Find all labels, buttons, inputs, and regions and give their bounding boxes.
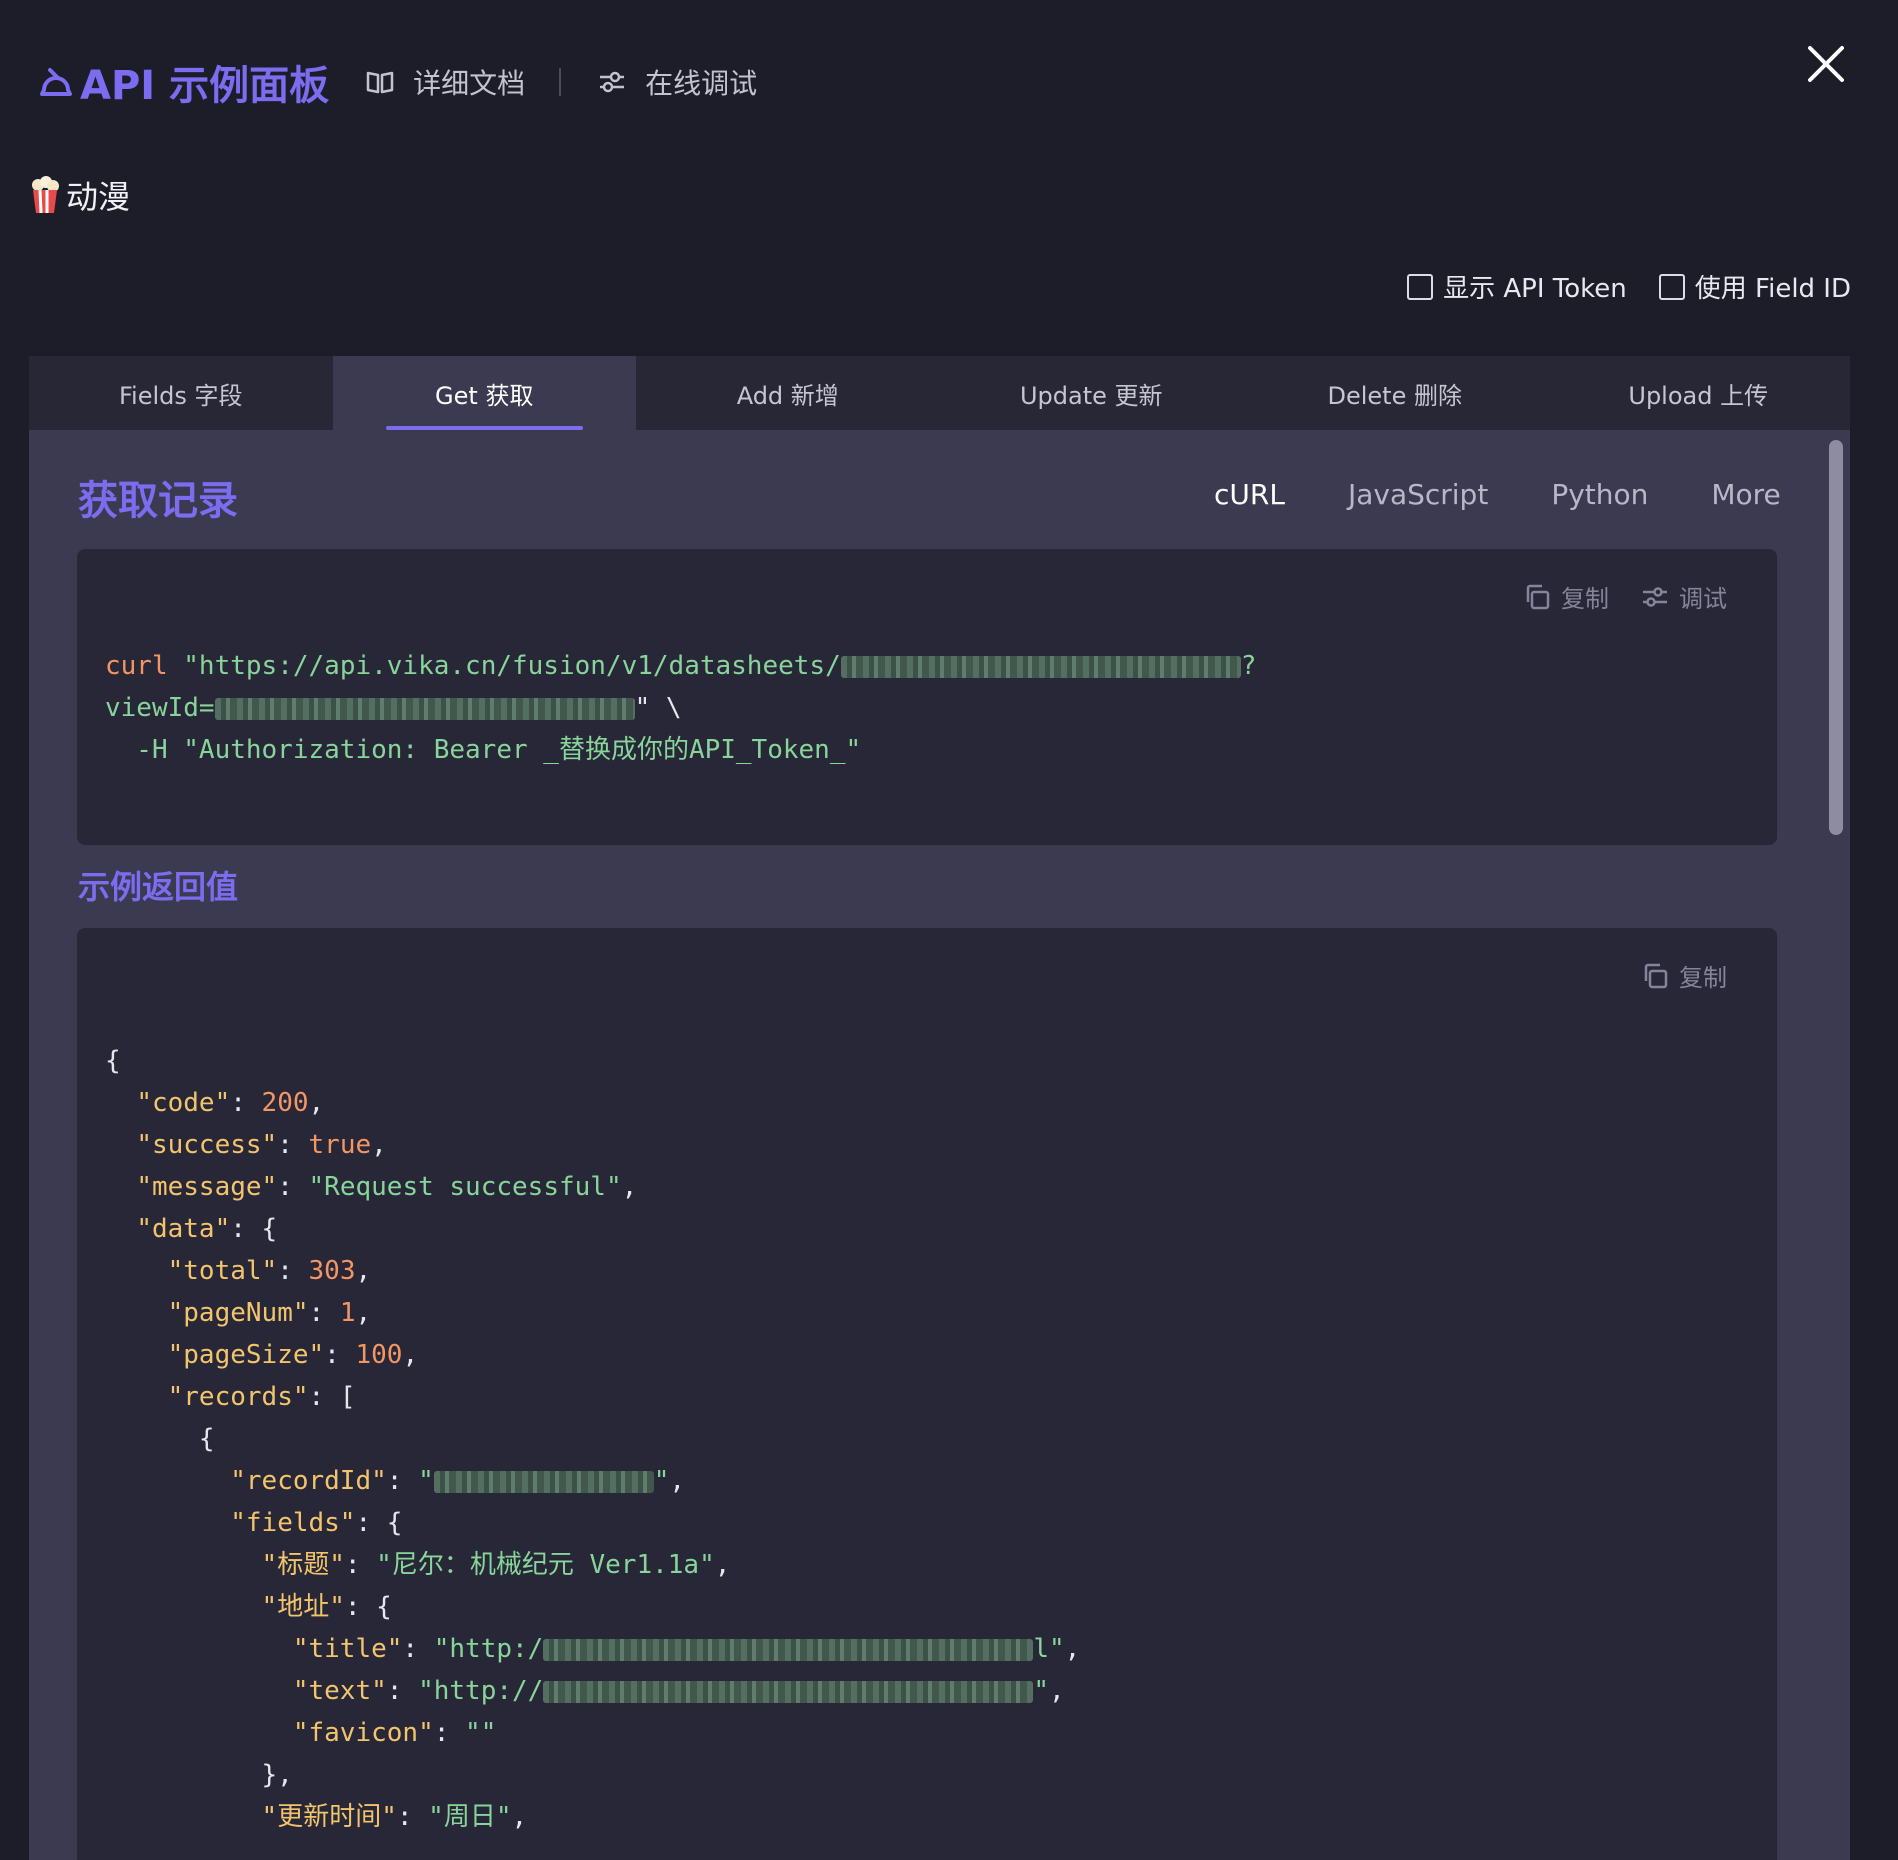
- show-api-token-checkbox[interactable]: [1407, 273, 1434, 300]
- show-api-token-label: 显示 API Token: [1443, 274, 1627, 304]
- code-token: "https://api.vika.cn/fusion/v1/datasheet…: [183, 651, 841, 681]
- page-num-value: 1: [339, 1298, 356, 1328]
- code-token: "": [465, 1718, 497, 1748]
- panel-heading: 获取记录: [78, 478, 238, 524]
- debug-request-button[interactable]: 调试: [1641, 579, 1727, 614]
- online-debug-link[interactable]: 在线调试: [597, 62, 757, 102]
- lang-tab-curl[interactable]: cURL: [1214, 478, 1285, 511]
- code-token: "http://: [418, 1676, 544, 1706]
- redacted-record-id: [433, 1470, 654, 1493]
- page-size-value: 100: [355, 1340, 403, 1370]
- copy-label: 复制: [1561, 585, 1609, 613]
- docs-link-label: 详细文档: [413, 67, 526, 100]
- code-token: curl: [105, 651, 168, 681]
- code-token: " \: [634, 693, 682, 723]
- options-bar: 显示 API Token 使用 Field ID: [1375, 268, 1851, 305]
- copy-label: 复制: [1679, 964, 1727, 992]
- code-token: ?: [1240, 651, 1257, 681]
- lang-tab-javascript[interactable]: JavaScript: [1348, 478, 1488, 511]
- copy-icon: [1526, 584, 1550, 609]
- debug-label: 调试: [1679, 585, 1727, 613]
- brand: API 示例面板: [36, 53, 329, 111]
- tab-get[interactable]: Get 获取: [332, 356, 636, 430]
- code-token: "http:/: [433, 1634, 544, 1664]
- operation-tabs: Fields 字段 Get 获取 Add 新增 Update 更新 Delete…: [29, 356, 1850, 430]
- header: API 示例面板 详细文档 在线调试: [36, 52, 757, 112]
- code-token: l": [1033, 1634, 1065, 1664]
- lang-tab-python[interactable]: Python: [1551, 478, 1648, 511]
- brand-title: API 示例面板: [80, 63, 330, 109]
- sliders-icon: [1643, 586, 1667, 607]
- book-icon: [366, 71, 394, 94]
- request-code-block: 复制 调试 curl "https://api.vika.cn/fusion/v…: [77, 549, 1777, 845]
- show-api-token-option[interactable]: 显示 API Token: [1407, 268, 1627, 305]
- tab-add[interactable]: Add 新增: [636, 356, 940, 430]
- use-field-id-option[interactable]: 使用 Field ID: [1658, 268, 1851, 305]
- message-value: Request successful: [324, 1172, 606, 1202]
- datasheet-title: 动漫: [30, 172, 130, 218]
- request-code: curl "https://api.vika.cn/fusion/v1/data…: [105, 645, 1256, 771]
- lang-tab-more[interactable]: More: [1711, 478, 1780, 511]
- response-code-actions: 复制: [1609, 958, 1727, 993]
- response-heading: 示例返回值: [78, 868, 239, 906]
- title-field-value: 尼尔：机械纪元 Ver1.1a: [391, 1550, 700, 1580]
- sliders-icon: [600, 71, 625, 93]
- code-token: -H "Authorization: Bearer _替换成你的API_Toke…: [105, 735, 862, 765]
- use-field-id-checkbox[interactable]: [1658, 273, 1685, 300]
- success-value: true: [308, 1130, 372, 1160]
- total-value: 303: [308, 1256, 356, 1286]
- copy-request-button[interactable]: 复制: [1523, 579, 1609, 614]
- redacted-url: [543, 1638, 1034, 1661]
- response-code-block: 复制 { "code": 200, "success": true, "mess…: [77, 928, 1777, 1860]
- docs-link[interactable]: 详细文档: [365, 62, 525, 102]
- request-code-actions: 复制 调试: [1491, 579, 1727, 614]
- tab-fields[interactable]: Fields 字段: [29, 356, 333, 430]
- use-field-id-label: 使用 Field ID: [1694, 274, 1851, 304]
- tab-upload[interactable]: Upload 上传: [1547, 356, 1851, 430]
- language-tabs: cURL JavaScript Python More: [1214, 478, 1844, 511]
- code-value: 200: [261, 1088, 309, 1118]
- popcorn-icon: [32, 176, 59, 214]
- tab-panel: 获取记录 cURL JavaScript Python More 复制 调试 c…: [29, 430, 1850, 1860]
- datasheet-title-label: 动漫: [66, 178, 131, 216]
- tab-update[interactable]: Update 更新: [940, 356, 1244, 430]
- copy-icon: [1644, 963, 1668, 988]
- online-debug-label: 在线调试: [645, 67, 758, 100]
- redacted-view-id: [214, 697, 635, 720]
- code-token: viewId=: [105, 693, 215, 723]
- redacted-datasheet-id: [840, 655, 1241, 678]
- update-time-value: 周日: [443, 1802, 496, 1832]
- response-json: { "code": 200, "success": true, "message…: [105, 1046, 1081, 1832]
- close-icon[interactable]: [1806, 44, 1846, 84]
- api-logo-icon: [40, 68, 72, 96]
- redacted-url: [543, 1680, 1034, 1703]
- copy-response-button[interactable]: 复制: [1641, 958, 1727, 993]
- api-example-panel: API 示例面板 详细文档 在线调试 动漫 显示 API Token 使用 Fi…: [0, 0, 1898, 1860]
- code-token: ": [1033, 1676, 1049, 1706]
- header-divider: [559, 68, 562, 96]
- tab-delete[interactable]: Delete 删除: [1243, 356, 1547, 430]
